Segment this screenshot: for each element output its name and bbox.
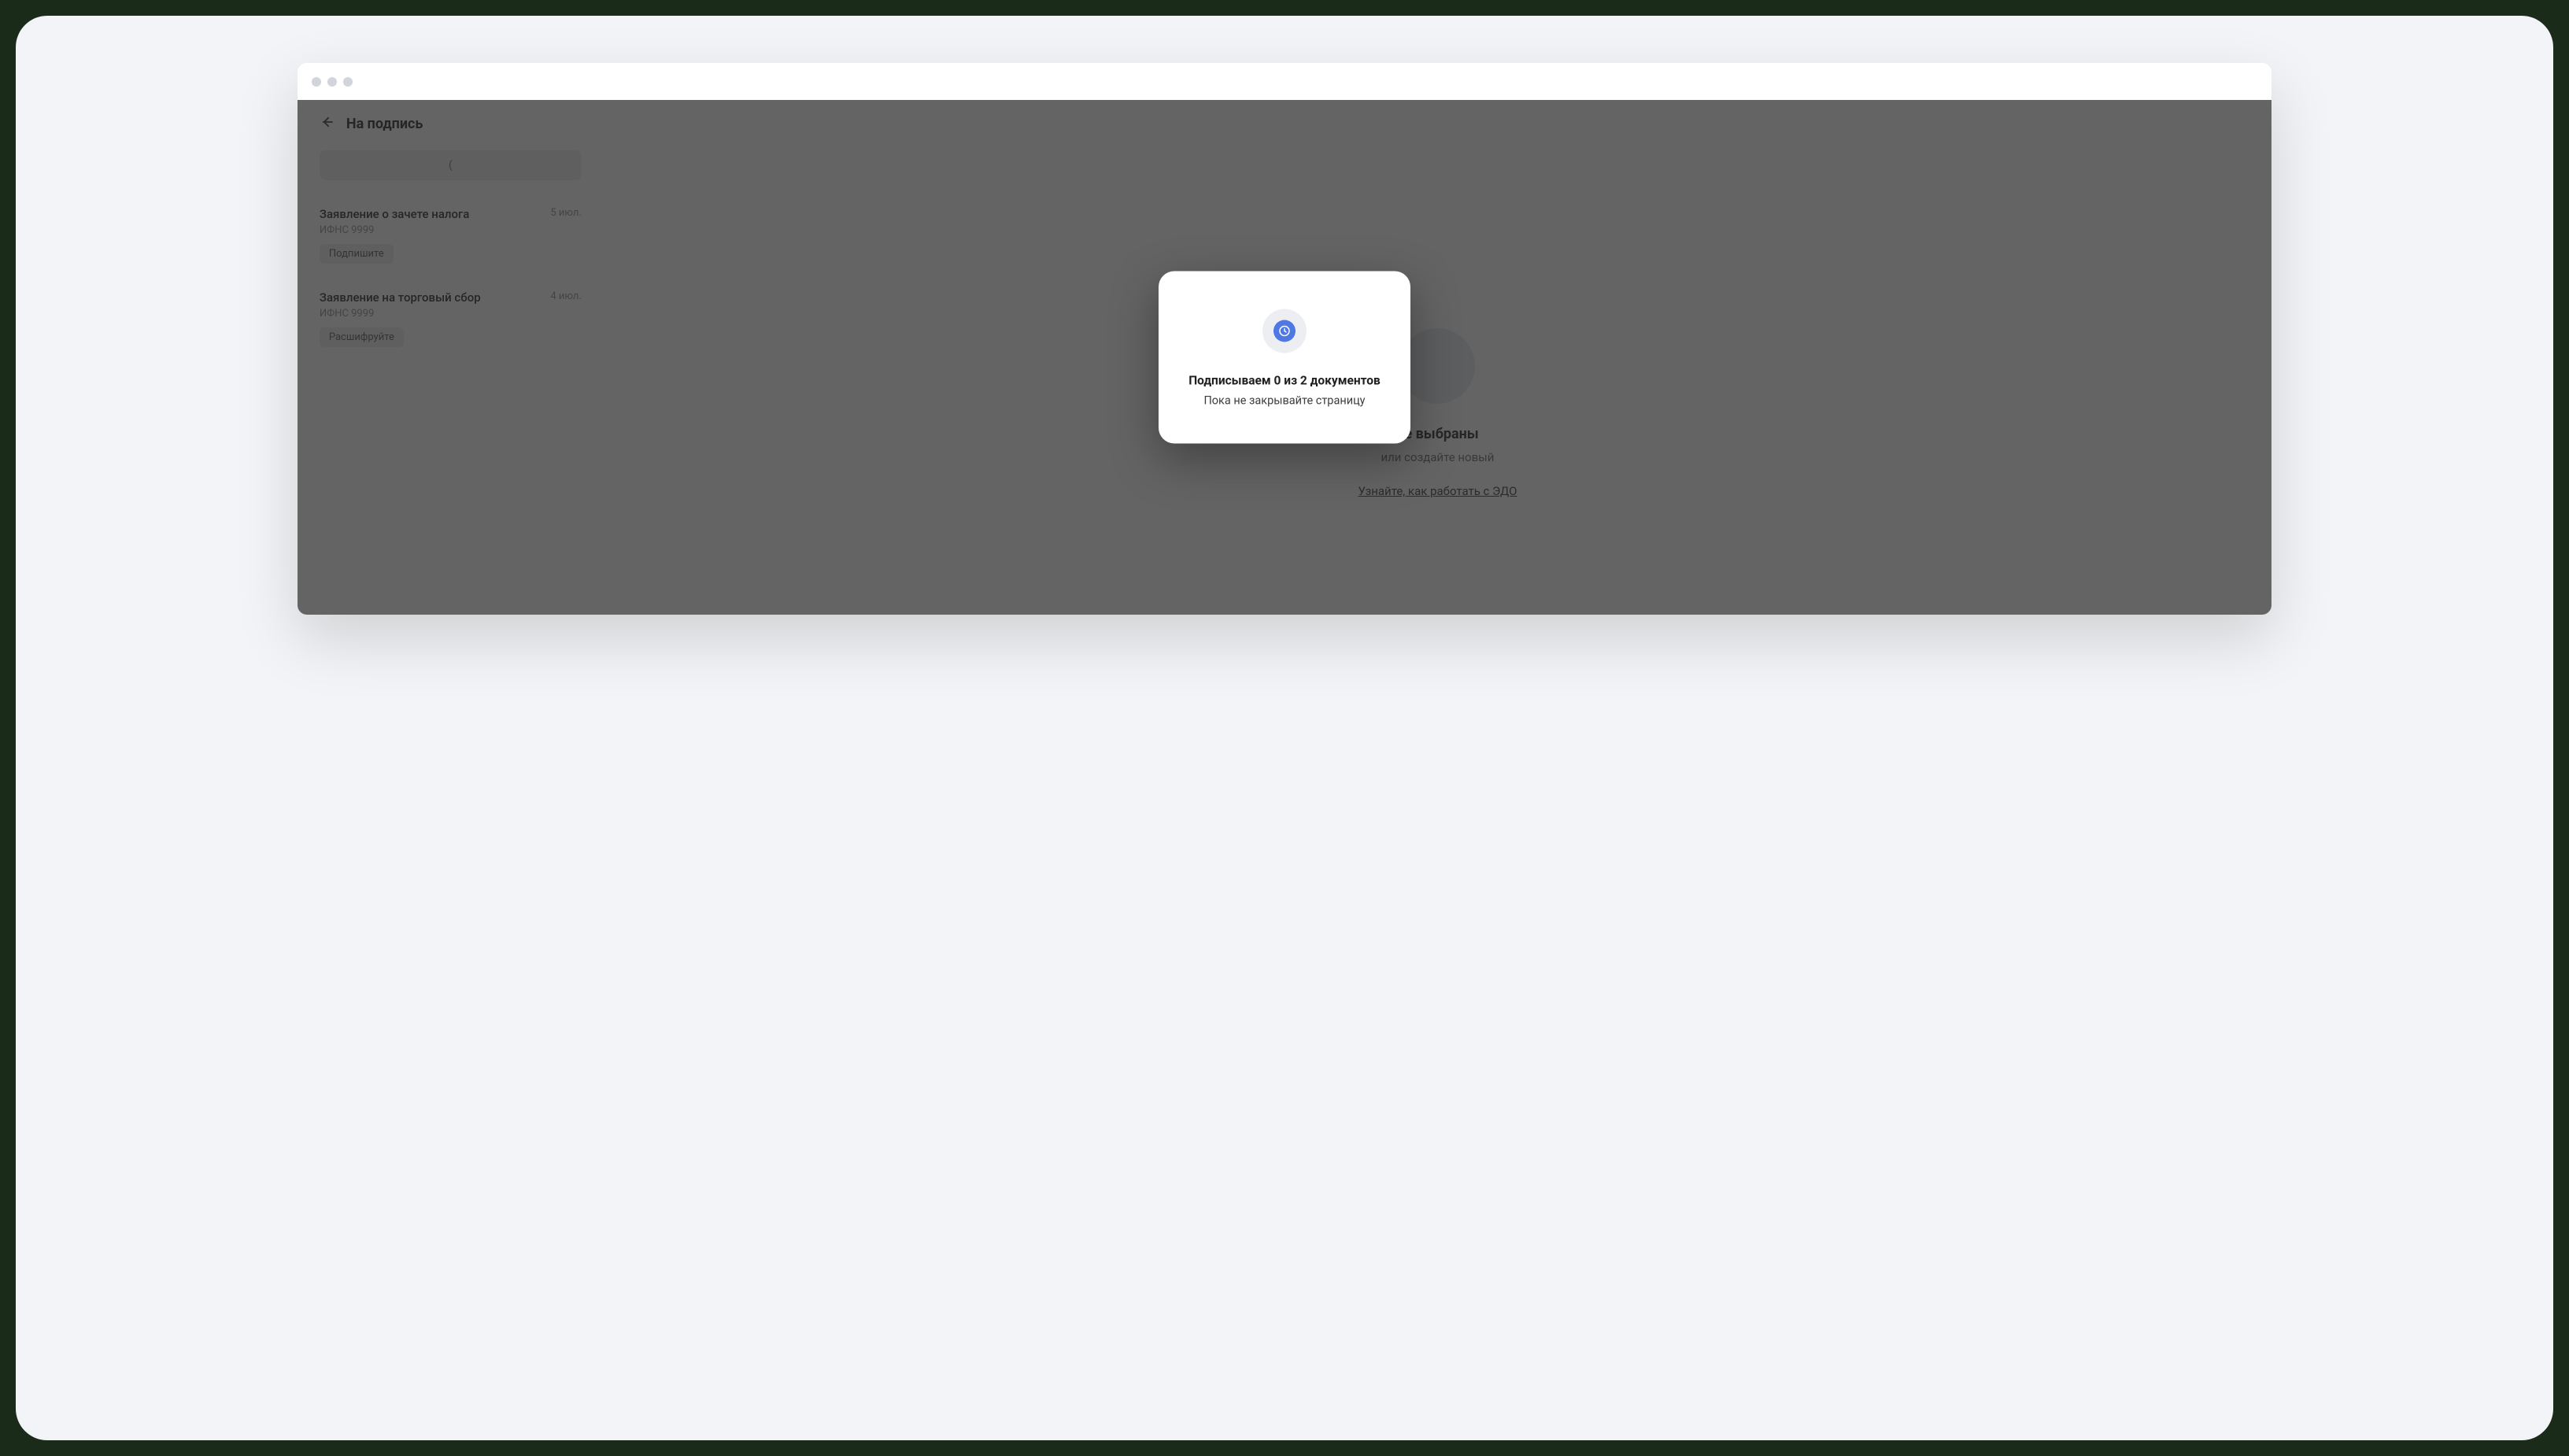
window-control-close[interactable] — [312, 77, 321, 87]
clock-icon — [1273, 320, 1296, 342]
window-titlebar — [298, 63, 2271, 100]
modal-icon-ring — [1262, 309, 1307, 353]
viewport: На подпись ( Заявление о зачете налога 5… — [298, 100, 2271, 615]
modal-subtitle: Пока не закрывайте страницу — [1181, 394, 1388, 408]
progress-modal: Подписываем 0 из 2 документов Пока не за… — [1159, 272, 1410, 444]
window-control-minimize[interactable] — [327, 77, 337, 87]
page-background: На подпись ( Заявление о зачете налога 5… — [16, 16, 2553, 1440]
modal-title: Подписываем 0 из 2 документов — [1181, 374, 1388, 388]
browser-window: На подпись ( Заявление о зачете налога 5… — [298, 63, 2271, 615]
window-control-maximize[interactable] — [343, 77, 353, 87]
